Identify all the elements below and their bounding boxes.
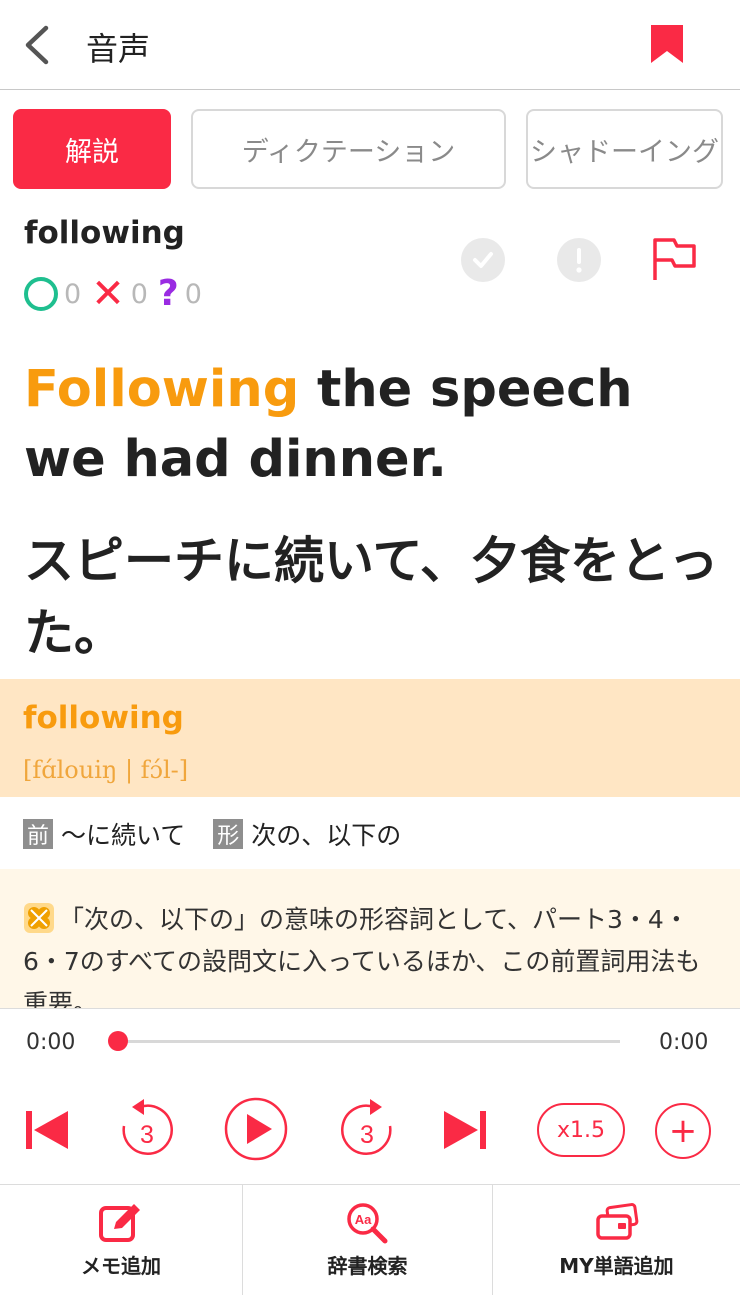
check-icon[interactable] xyxy=(461,238,505,282)
skip-previous-icon[interactable] xyxy=(24,1098,70,1162)
tab-dictation[interactable]: ディクテーション xyxy=(191,109,506,189)
nav-header: 音声 xyxy=(0,0,740,90)
skip-next-icon[interactable] xyxy=(442,1098,488,1162)
fast-forward-icon[interactable]: 3 xyxy=(338,1096,396,1164)
rewind-icon[interactable]: 3 xyxy=(118,1096,176,1164)
correct-score: 0 xyxy=(24,277,81,311)
playback-speed-button[interactable]: x1.5 xyxy=(537,1103,625,1157)
unsure-count: 0 xyxy=(184,278,202,310)
wrong-count: 0 xyxy=(130,278,148,310)
definition-text: 次の、以下の xyxy=(251,821,402,850)
dictionary-word: following xyxy=(23,700,184,736)
dictionary-search-label: 辞書検索 xyxy=(327,1254,408,1278)
progress-thumb[interactable] xyxy=(108,1031,128,1051)
dictionary-search-button[interactable]: Aa 辞書検索 xyxy=(243,1185,493,1295)
score-row: 0 ✕ 0 ? 0 xyxy=(24,274,212,314)
clover-icon xyxy=(24,903,54,933)
pos-tag-preposition: 前 xyxy=(23,819,53,849)
svg-text:Aa: Aa xyxy=(354,1212,371,1227)
definition-text: 〜に続いて xyxy=(61,821,186,850)
forward-seconds: 3 xyxy=(360,1121,374,1149)
word-card-icon xyxy=(595,1203,638,1240)
usage-note: 「次の、以下の」の意味の形容詞として、パート3・4・6・7のすべての設問文に入っ… xyxy=(0,869,740,1008)
add-memo-button[interactable]: メモ追加 xyxy=(0,1185,243,1295)
exclamation-icon[interactable] xyxy=(557,238,601,282)
flag-icon[interactable] xyxy=(650,234,698,282)
page: 音声 解説 ディクテーション シャドーイング following 0 ✕ 0 ?… xyxy=(0,0,740,1295)
dictionary-search-icon: Aa xyxy=(346,1203,387,1244)
check-glyph xyxy=(473,252,493,268)
sentence-translation: スピーチに続いて、夕食をとった。 xyxy=(24,532,719,662)
add-memo-label: メモ追加 xyxy=(81,1254,161,1278)
memo-edit-icon xyxy=(99,1204,140,1242)
bottom-toolbar: メモ追加 Aa 辞書検索 MY単語追加 xyxy=(0,1184,740,1295)
circle-icon xyxy=(24,277,58,311)
pronunciation: [fɑ́louiŋ | fɔ́l-] xyxy=(23,756,189,784)
sentence-highlight: Following xyxy=(24,360,300,419)
wrong-score: ✕ 0 xyxy=(91,271,148,317)
exclamation-glyph xyxy=(576,248,582,273)
example-sentence: Following the speech we had dinner. xyxy=(24,355,724,495)
add-my-word-button[interactable]: MY単語追加 xyxy=(493,1185,740,1295)
tab-explanation[interactable]: 解説 xyxy=(13,109,171,189)
correct-count: 0 xyxy=(64,278,82,310)
usage-note-body: 「次の、以下の」の意味の形容詞として、パート3・4・6・7のすべての設問文に入っ… xyxy=(23,899,713,1008)
add-my-word-label: MY単語追加 xyxy=(559,1254,674,1278)
pos-tag-adjective: 形 xyxy=(213,819,244,849)
bookmark-icon[interactable] xyxy=(648,23,686,65)
usage-note-text: 「次の、以下の」の意味の形容詞として、パート3・4・6・7のすべての設問文に入っ… xyxy=(23,905,701,1008)
definitions: 前 〜に続いて 形 次の、以下の xyxy=(23,815,401,853)
add-button[interactable]: + xyxy=(655,1103,711,1159)
progress-track[interactable] xyxy=(118,1040,620,1043)
back-chevron-icon[interactable] xyxy=(18,22,58,68)
headword: following xyxy=(24,215,185,251)
tab-shadowing[interactable]: シャドーイング xyxy=(526,109,723,189)
current-time: 0:00 xyxy=(26,1030,76,1055)
unsure-score: ? 0 xyxy=(157,273,202,314)
cross-icon: ✕ xyxy=(91,271,125,317)
page-title: 音声 xyxy=(86,30,151,68)
question-icon: ? xyxy=(157,273,179,314)
rewind-seconds: 3 xyxy=(140,1121,154,1149)
total-time: 0:00 xyxy=(659,1030,709,1055)
play-icon[interactable] xyxy=(224,1097,288,1161)
